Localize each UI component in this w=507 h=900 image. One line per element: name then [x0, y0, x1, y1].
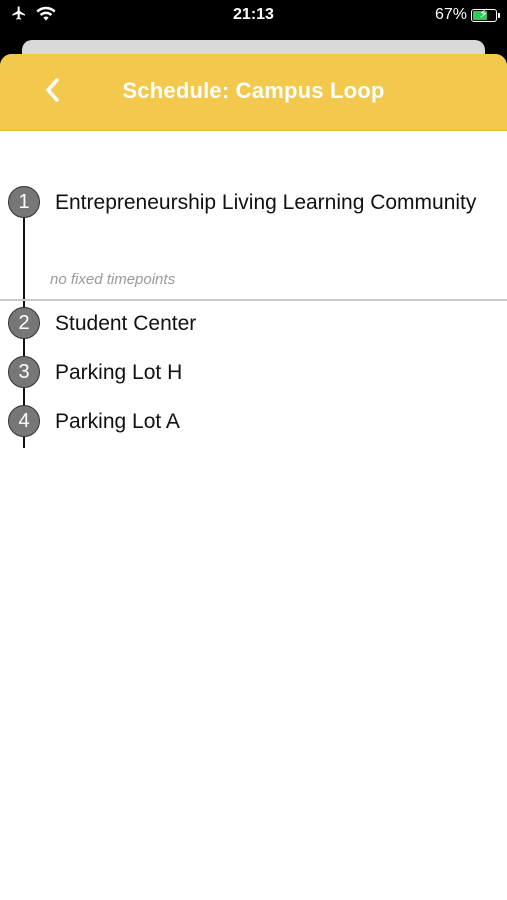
stop-name: Student Center: [55, 312, 197, 335]
stop-name: Parking Lot A: [55, 410, 180, 433]
schedule-sheet: Schedule: Campus Loop 1 Entrepreneurship…: [0, 54, 507, 900]
stop-number-badge: 3: [8, 356, 40, 388]
battery-percent: 67%: [434, 6, 467, 23]
status-time: 21:13: [233, 6, 274, 23]
stop-name: Entrepreneurship Living Learning Communi…: [55, 191, 477, 214]
stop-number-badge: 2: [8, 307, 40, 339]
stop-name: Parking Lot H: [55, 361, 183, 384]
charging-bolt-icon: ⚡: [479, 5, 489, 21]
stop-row-1[interactable]: 1 Entrepreneurship Living Learning Commu…: [0, 186, 507, 298]
stop-number-badge: 4: [8, 405, 40, 437]
status-bar: 21:13 67% ⚡: [0, 0, 507, 32]
no-timepoints-note: no fixed timepoints: [50, 271, 176, 288]
battery-icon: ⚡: [471, 5, 500, 22]
page-title: Schedule: Campus Loop: [122, 78, 385, 103]
battery-cap: [498, 12, 500, 18]
status-right: 67% ⚡: [434, 5, 500, 24]
stop-row-2[interactable]: 2 Student Center: [0, 307, 507, 347]
stop-row-3[interactable]: 3 Parking Lot H: [0, 356, 507, 396]
nav-bar: Schedule: Campus Loop: [0, 54, 507, 131]
stop-row-4[interactable]: 4 Parking Lot A: [0, 405, 507, 445]
stop-divider: [0, 299, 507, 301]
stop-number-badge: 1: [8, 186, 40, 218]
